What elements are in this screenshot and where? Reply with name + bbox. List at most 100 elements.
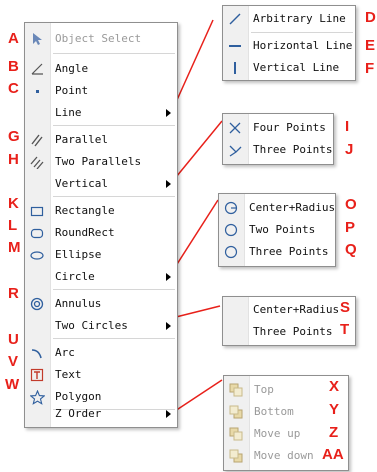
menu-item-ellipse[interactable]: Ellipse: [25, 244, 177, 266]
menu-item-rectangle[interactable]: Rectangle: [25, 200, 177, 222]
two-parallels-icon: [29, 154, 45, 170]
menu-item-arc[interactable]: Arc: [25, 342, 177, 364]
menu-separator: [53, 125, 175, 126]
menu-item-circle-two-points[interactable]: Two Points: [219, 219, 335, 241]
menu-item-label: Center+Radius: [253, 303, 340, 316]
menu-item-label: Four Points: [253, 121, 326, 134]
menu-item-annulus[interactable]: Annulus: [25, 293, 177, 315]
connector-line: [171, 120, 223, 183]
menu-separator: [53, 196, 175, 197]
vertical-submenu: Four Points Three Points: [222, 113, 334, 165]
connector-line: [171, 199, 219, 273]
menu-item-object-select[interactable]: Object Select: [25, 28, 177, 50]
menu-item-label: Line: [55, 106, 82, 119]
annotation-label: C: [8, 80, 19, 97]
menu-item-two-circles-center-radius[interactable]: Center+Radius: [223, 299, 355, 321]
menu-item-label: Vertical: [55, 177, 108, 190]
menu-item-label: Circle: [55, 270, 95, 283]
annotation-label: X: [329, 378, 340, 395]
arc-icon: [29, 345, 45, 361]
annotation-label: Z: [329, 424, 339, 441]
annotation-label: AA: [322, 446, 344, 463]
rectangle-icon: [29, 203, 45, 219]
connector-line: [171, 305, 221, 319]
move-up-icon: [228, 426, 244, 442]
annotation-label: U: [8, 331, 19, 348]
menu-item-point[interactable]: Point: [25, 80, 177, 102]
menu-item-angle[interactable]: Angle: [25, 58, 177, 80]
bring-to-top-icon: [228, 382, 244, 398]
menu-item-circle-three-points[interactable]: Three Points: [219, 241, 335, 263]
four-points-icon: [227, 120, 243, 136]
point-icon: [29, 83, 45, 99]
annotation-label: J: [345, 141, 354, 158]
menu-item-roundrect[interactable]: RoundRect: [25, 222, 177, 244]
menu-item-label: Arc: [55, 346, 75, 359]
menu-item-circle[interactable]: Circle: [25, 266, 177, 288]
menu-item-label: Vertical Line: [253, 61, 340, 74]
menu-item-vertical[interactable]: Vertical: [25, 173, 177, 195]
annotation-label: L: [8, 217, 18, 234]
annotation-label: H: [8, 151, 19, 168]
circle-two-points-icon: [223, 222, 239, 238]
menu-item-label: Angle: [55, 62, 89, 75]
context-menu: Object Select Angle Point Line Parallel …: [24, 22, 178, 428]
connector-line: [171, 19, 214, 112]
annotation-label: G: [8, 128, 20, 145]
menu-item-label: Ellipse: [55, 248, 102, 261]
menu-separator: [251, 32, 353, 33]
menu-item-label: Two Circles: [55, 319, 128, 332]
menu-item-center-radius[interactable]: Center+Radius: [219, 197, 335, 219]
menu-item-label: Polygon: [55, 390, 102, 403]
menu-separator: [53, 338, 175, 339]
menu-item-label: Bottom: [254, 405, 294, 418]
annotation-label: A: [8, 30, 19, 47]
circle-three-points-icon: [223, 244, 239, 260]
menu-item-arbitrary-line[interactable]: Arbitrary Line: [223, 8, 355, 30]
move-down-icon: [228, 448, 244, 464]
annotation-label: K: [8, 195, 19, 212]
two-circles-submenu: Center+Radius Three Points: [222, 296, 356, 346]
annotation-label: T: [340, 321, 350, 338]
annotation-label: S: [340, 299, 351, 316]
menu-item-parallel[interactable]: Parallel: [25, 129, 177, 151]
angle-icon: [29, 61, 45, 77]
menu-separator: [53, 53, 175, 54]
menu-item-horizontal-line[interactable]: Horizontal Line: [223, 35, 355, 57]
menu-item-text[interactable]: Text: [25, 364, 177, 386]
menu-item-line[interactable]: Line: [25, 102, 177, 124]
menu-item-label: Parallel: [55, 133, 108, 146]
ellipse-icon: [29, 247, 45, 263]
connector-line: [171, 379, 223, 414]
menu-item-label: Z Order: [55, 407, 102, 420]
menu-item-label: Move down: [254, 449, 314, 462]
menu-item-label: Three Points: [253, 325, 333, 338]
menu-item-label: Two Points: [249, 223, 316, 236]
annotation-label: V: [8, 353, 19, 370]
menu-item-label: Three Points: [253, 143, 333, 156]
menu-item-vertical-line[interactable]: Vertical Line: [223, 57, 355, 79]
annotation-label: O: [345, 196, 357, 213]
menu-item-label: Point: [55, 84, 89, 97]
send-to-bottom-icon: [228, 404, 244, 420]
cursor-icon: [29, 31, 45, 47]
menu-item-two-circles-three-points[interactable]: Three Points: [223, 321, 355, 343]
menu-item-label: Arbitrary Line: [253, 12, 346, 25]
roundrect-icon: [29, 225, 45, 241]
annotation-label: B: [8, 58, 19, 75]
menu-item-z-order[interactable]: Z Order: [25, 403, 177, 425]
menu-item-label: Two Parallels: [55, 155, 142, 168]
annotation-label: P: [345, 219, 356, 236]
text-icon: [29, 367, 45, 383]
menu-item-two-circles[interactable]: Two Circles: [25, 315, 177, 337]
menu-item-four-points[interactable]: Four Points: [223, 117, 333, 139]
annulus-icon: [29, 296, 45, 312]
menu-item-three-points[interactable]: Three Points: [223, 139, 333, 161]
menu-item-label: Object Select: [55, 32, 142, 45]
annotation-label: E: [365, 37, 376, 54]
menu-item-label: Three Points: [249, 245, 329, 258]
annotation-label: F: [365, 60, 375, 77]
parallel-icon: [29, 132, 45, 148]
three-points-icon: [227, 142, 243, 158]
menu-item-two-parallels[interactable]: Two Parallels: [25, 151, 177, 173]
